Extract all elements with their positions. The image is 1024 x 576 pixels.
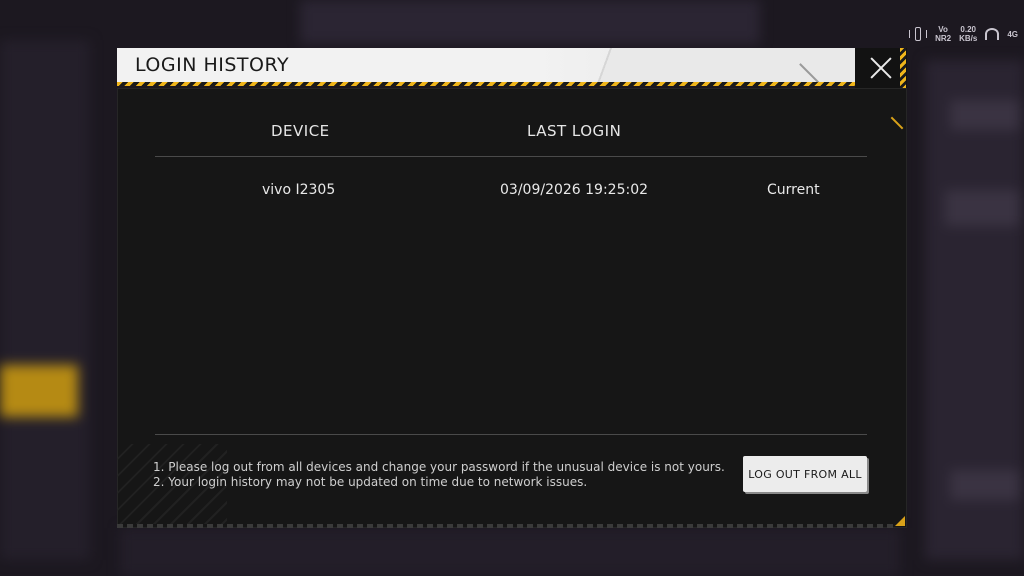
corner-accent — [895, 516, 905, 526]
dialog-header: LOGIN HISTORY — [117, 48, 855, 86]
login-history-dialog: LOGIN HISTORY DEVICE LAST LOGIN vivo I23… — [117, 48, 907, 528]
note-1: 1. Please log out from all devices and c… — [153, 460, 725, 474]
close-icon — [869, 56, 893, 80]
divider — [155, 156, 867, 157]
network-type: 4G — [1007, 29, 1018, 39]
column-header-last-login: LAST LOGIN — [527, 122, 622, 140]
divider — [155, 434, 867, 435]
hazard-stripe — [117, 82, 855, 86]
bottom-stripe — [117, 524, 897, 528]
device-name: vivo I2305 — [262, 182, 336, 198]
session-status: Current — [767, 182, 820, 198]
corner-accent — [890, 116, 904, 130]
last-login-time: 03/09/2026 19:25:02 — [500, 182, 649, 198]
volte-indicator: Vo NR2 — [935, 25, 952, 43]
status-bar: Vo NR2 0.20 KB/s 4G — [909, 22, 1018, 46]
notes: 1. Please log out from all devices and c… — [153, 460, 725, 490]
network-speed: 0.20 KB/s — [959, 25, 978, 43]
hotspot-icon — [985, 28, 1000, 40]
table-row: vivo I2305 03/09/2026 19:25:02 Current — [155, 182, 867, 206]
header-decoration — [535, 48, 855, 86]
hazard-stripe-side — [900, 48, 906, 88]
note-2: 2. Your login history may not be updated… — [153, 475, 588, 489]
dialog-title: LOGIN HISTORY — [135, 54, 290, 76]
dialog-body: DEVICE LAST LOGIN vivo I2305 03/09/2026 … — [117, 88, 907, 528]
table-header: DEVICE LAST LOGIN — [155, 122, 867, 158]
vibrate-icon — [909, 27, 928, 41]
log-out-from-all-button[interactable]: LOG OUT FROM ALL — [743, 456, 867, 492]
column-header-device: DEVICE — [271, 122, 330, 140]
